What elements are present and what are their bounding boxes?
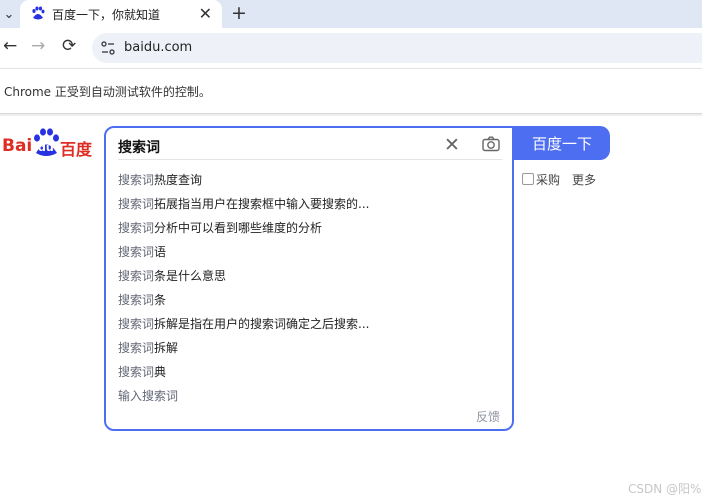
caigou-label: 采购 (536, 173, 561, 187)
logo-du-text: du (38, 141, 54, 154)
suggestion-item[interactable]: 搜索词条 (118, 291, 166, 308)
divider (0, 114, 702, 116)
suggestion-key: 搜索词 (118, 221, 155, 235)
suggestion-item[interactable]: 搜索词拆解是指在用户的搜索词确定之后搜索... (118, 315, 369, 332)
suggestion-rest: 拆解是指在用户的搜索词确定之后搜索... (154, 317, 370, 331)
new-tab-button[interactable]: + (231, 2, 247, 24)
clear-icon[interactable]: ✕ (444, 134, 460, 156)
suggestion-key: 搜索词 (118, 197, 155, 211)
url-text[interactable]: baidu.com (124, 40, 192, 55)
forward-button[interactable]: → (31, 36, 45, 56)
suggestion-rest: 条 (154, 293, 167, 307)
infobar-text: Chrome 正受到自动测试软件的控制。 (4, 85, 211, 99)
suggestion-item[interactable]: 搜索词条是什么意思 (118, 267, 226, 284)
suggestion-key: 搜索词 (118, 245, 155, 259)
search-input[interactable]: 搜索词 (118, 137, 160, 157)
logo-bai-text: Bai (2, 136, 33, 156)
suggestion-key: 搜索词 (118, 365, 155, 379)
tab-title: 百度一下，你就知道 (52, 8, 161, 22)
search-button[interactable]: 百度一下 (514, 126, 610, 160)
suggestion-rest: 热度查询 (154, 173, 203, 187)
suggestion-item[interactable]: 搜索词拓展指当用户在搜索框中输入要搜索的... (118, 195, 369, 212)
cart-icon (522, 173, 534, 185)
search-box[interactable]: 搜索词 ✕ 搜索词热度查询 搜索词拓展指当用户在搜索框中输入要搜索的... 搜索… (104, 126, 514, 431)
site-settings-icon[interactable] (100, 40, 116, 56)
feedback-link[interactable]: 反馈 (476, 408, 500, 425)
browser-toolbar: ← → ⟳ baidu.com (0, 28, 702, 69)
back-button[interactable]: ← (3, 36, 17, 56)
suggestion-key: 搜索词 (118, 317, 155, 331)
suggestion-item[interactable]: 搜索词热度查询 (118, 171, 202, 188)
reload-button[interactable]: ⟳ (62, 36, 76, 56)
suggestion-key: 搜索词 (118, 293, 155, 307)
tab-close-icon[interactable]: ✕ (199, 4, 212, 23)
watermark: CSDN @阳% (628, 482, 702, 496)
browser-tab[interactable]: 百度一下，你就知道 ✕ (20, 0, 222, 28)
more-link[interactable]: 更多 (572, 171, 596, 188)
address-bar[interactable]: baidu.com (92, 33, 702, 63)
suggestion-rest: 拆解 (154, 341, 179, 355)
divider (118, 159, 502, 160)
tab-strip: ⌄ 百度一下，你就知道 ✕ + (0, 0, 702, 28)
logo-chinese-text: 百度 (60, 140, 93, 159)
suggestion-rest: 拓展指当用户在搜索框中输入要搜索的... (154, 197, 370, 211)
suggestion-key: 搜索词 (118, 269, 155, 283)
suggestion-key: 搜索词 (118, 173, 155, 187)
baidu-logo[interactable]: Bai du 百度 (2, 128, 94, 160)
suggestion-item[interactable]: 搜索词典 (118, 363, 166, 380)
suggestion-item[interactable]: 输入搜索词 (118, 387, 178, 404)
automation-infobar: Chrome 正受到自动测试软件的控制。 (0, 69, 702, 114)
camera-icon[interactable] (482, 136, 500, 152)
suggestion-item[interactable]: 搜索词拆解 (118, 339, 178, 356)
suggestion-rest: 语 (154, 245, 167, 259)
suggestion-item[interactable]: 搜索词分析中可以看到哪些维度的分析 (118, 219, 322, 236)
baidu-paw-favicon-icon (32, 6, 45, 20)
suggestion-key: 输入搜索词 (118, 389, 179, 403)
suggestion-rest: 典 (154, 365, 167, 379)
tab-search-menu-icon[interactable]: ⌄ (0, 0, 18, 28)
caigou-link[interactable]: 采购 (522, 171, 560, 188)
suggestion-rest: 分析中可以看到哪些维度的分析 (154, 221, 323, 235)
suggestion-item[interactable]: 搜索词语 (118, 243, 166, 260)
suggestion-rest: 条是什么意思 (154, 269, 227, 283)
suggestion-key: 搜索词 (118, 341, 155, 355)
